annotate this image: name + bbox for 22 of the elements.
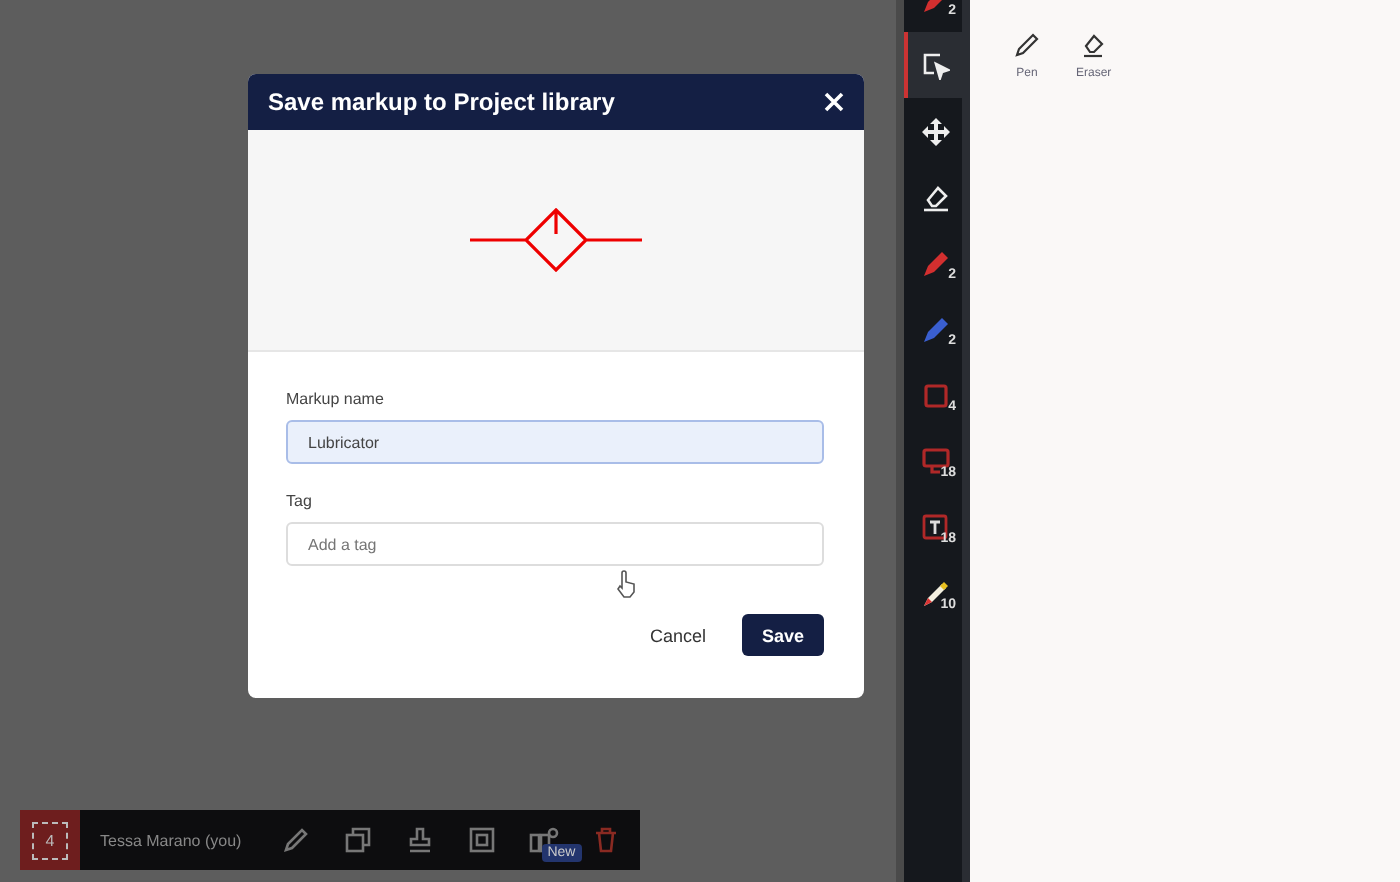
tag-field[interactable]: Add a tag [286,522,824,566]
move-icon [921,117,949,145]
capture-icon[interactable] [468,826,497,854]
save-button[interactable]: Save [741,614,824,656]
eraser-icon [921,183,949,211]
user-name: Tessa Marano (you) [100,831,242,849]
pen-icon [1014,32,1040,58]
field-label: Tag [286,492,314,510]
tool-button[interactable] [904,32,962,98]
cancel-button[interactable]: Cancel [629,614,726,656]
pencil-icon[interactable] [282,826,311,854]
hand-cursor-icon [616,570,636,598]
select-icon [921,51,949,79]
copy-icon[interactable] [344,826,373,854]
eraser-icon [1080,32,1107,58]
page-thumbnail[interactable]: 4 [20,810,80,870]
dialog-title: Save markup to Project library [268,88,615,116]
markup-name-field[interactable]: Lubricator [286,420,824,464]
field-label: Markup name [286,390,386,408]
stamp-icon[interactable] [406,826,435,854]
close-icon[interactable] [824,92,844,112]
square-icon [923,383,947,407]
